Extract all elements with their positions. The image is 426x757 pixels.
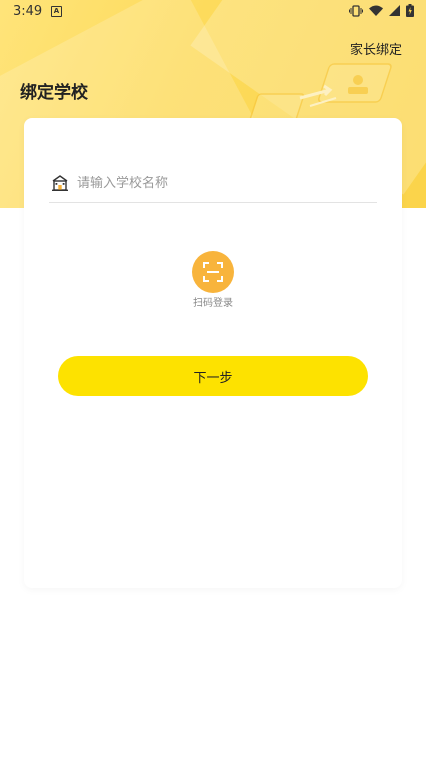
notification-icon: A: [51, 6, 62, 17]
status-time: 3:49: [13, 4, 43, 19]
signal-icon: [389, 4, 400, 16]
page-title: 绑定学校: [20, 83, 88, 103]
scan-login-button[interactable]: [192, 251, 234, 293]
school-building-icon: [52, 175, 68, 191]
scan-icon: [203, 262, 223, 282]
status-bar: 3:49 A: [0, 0, 426, 24]
parent-bind-link[interactable]: 家长绑定: [350, 39, 402, 58]
next-step-button[interactable]: 下一步: [58, 356, 368, 396]
school-name-input[interactable]: [77, 175, 357, 191]
vibrate-icon: [349, 4, 363, 17]
school-bind-card: 扫码登录 下一步: [24, 118, 402, 588]
school-search-row: [49, 164, 377, 203]
battery-icon: [406, 4, 414, 17]
scan-login-label: 扫码登录: [193, 298, 233, 309]
wifi-icon: [369, 5, 383, 16]
